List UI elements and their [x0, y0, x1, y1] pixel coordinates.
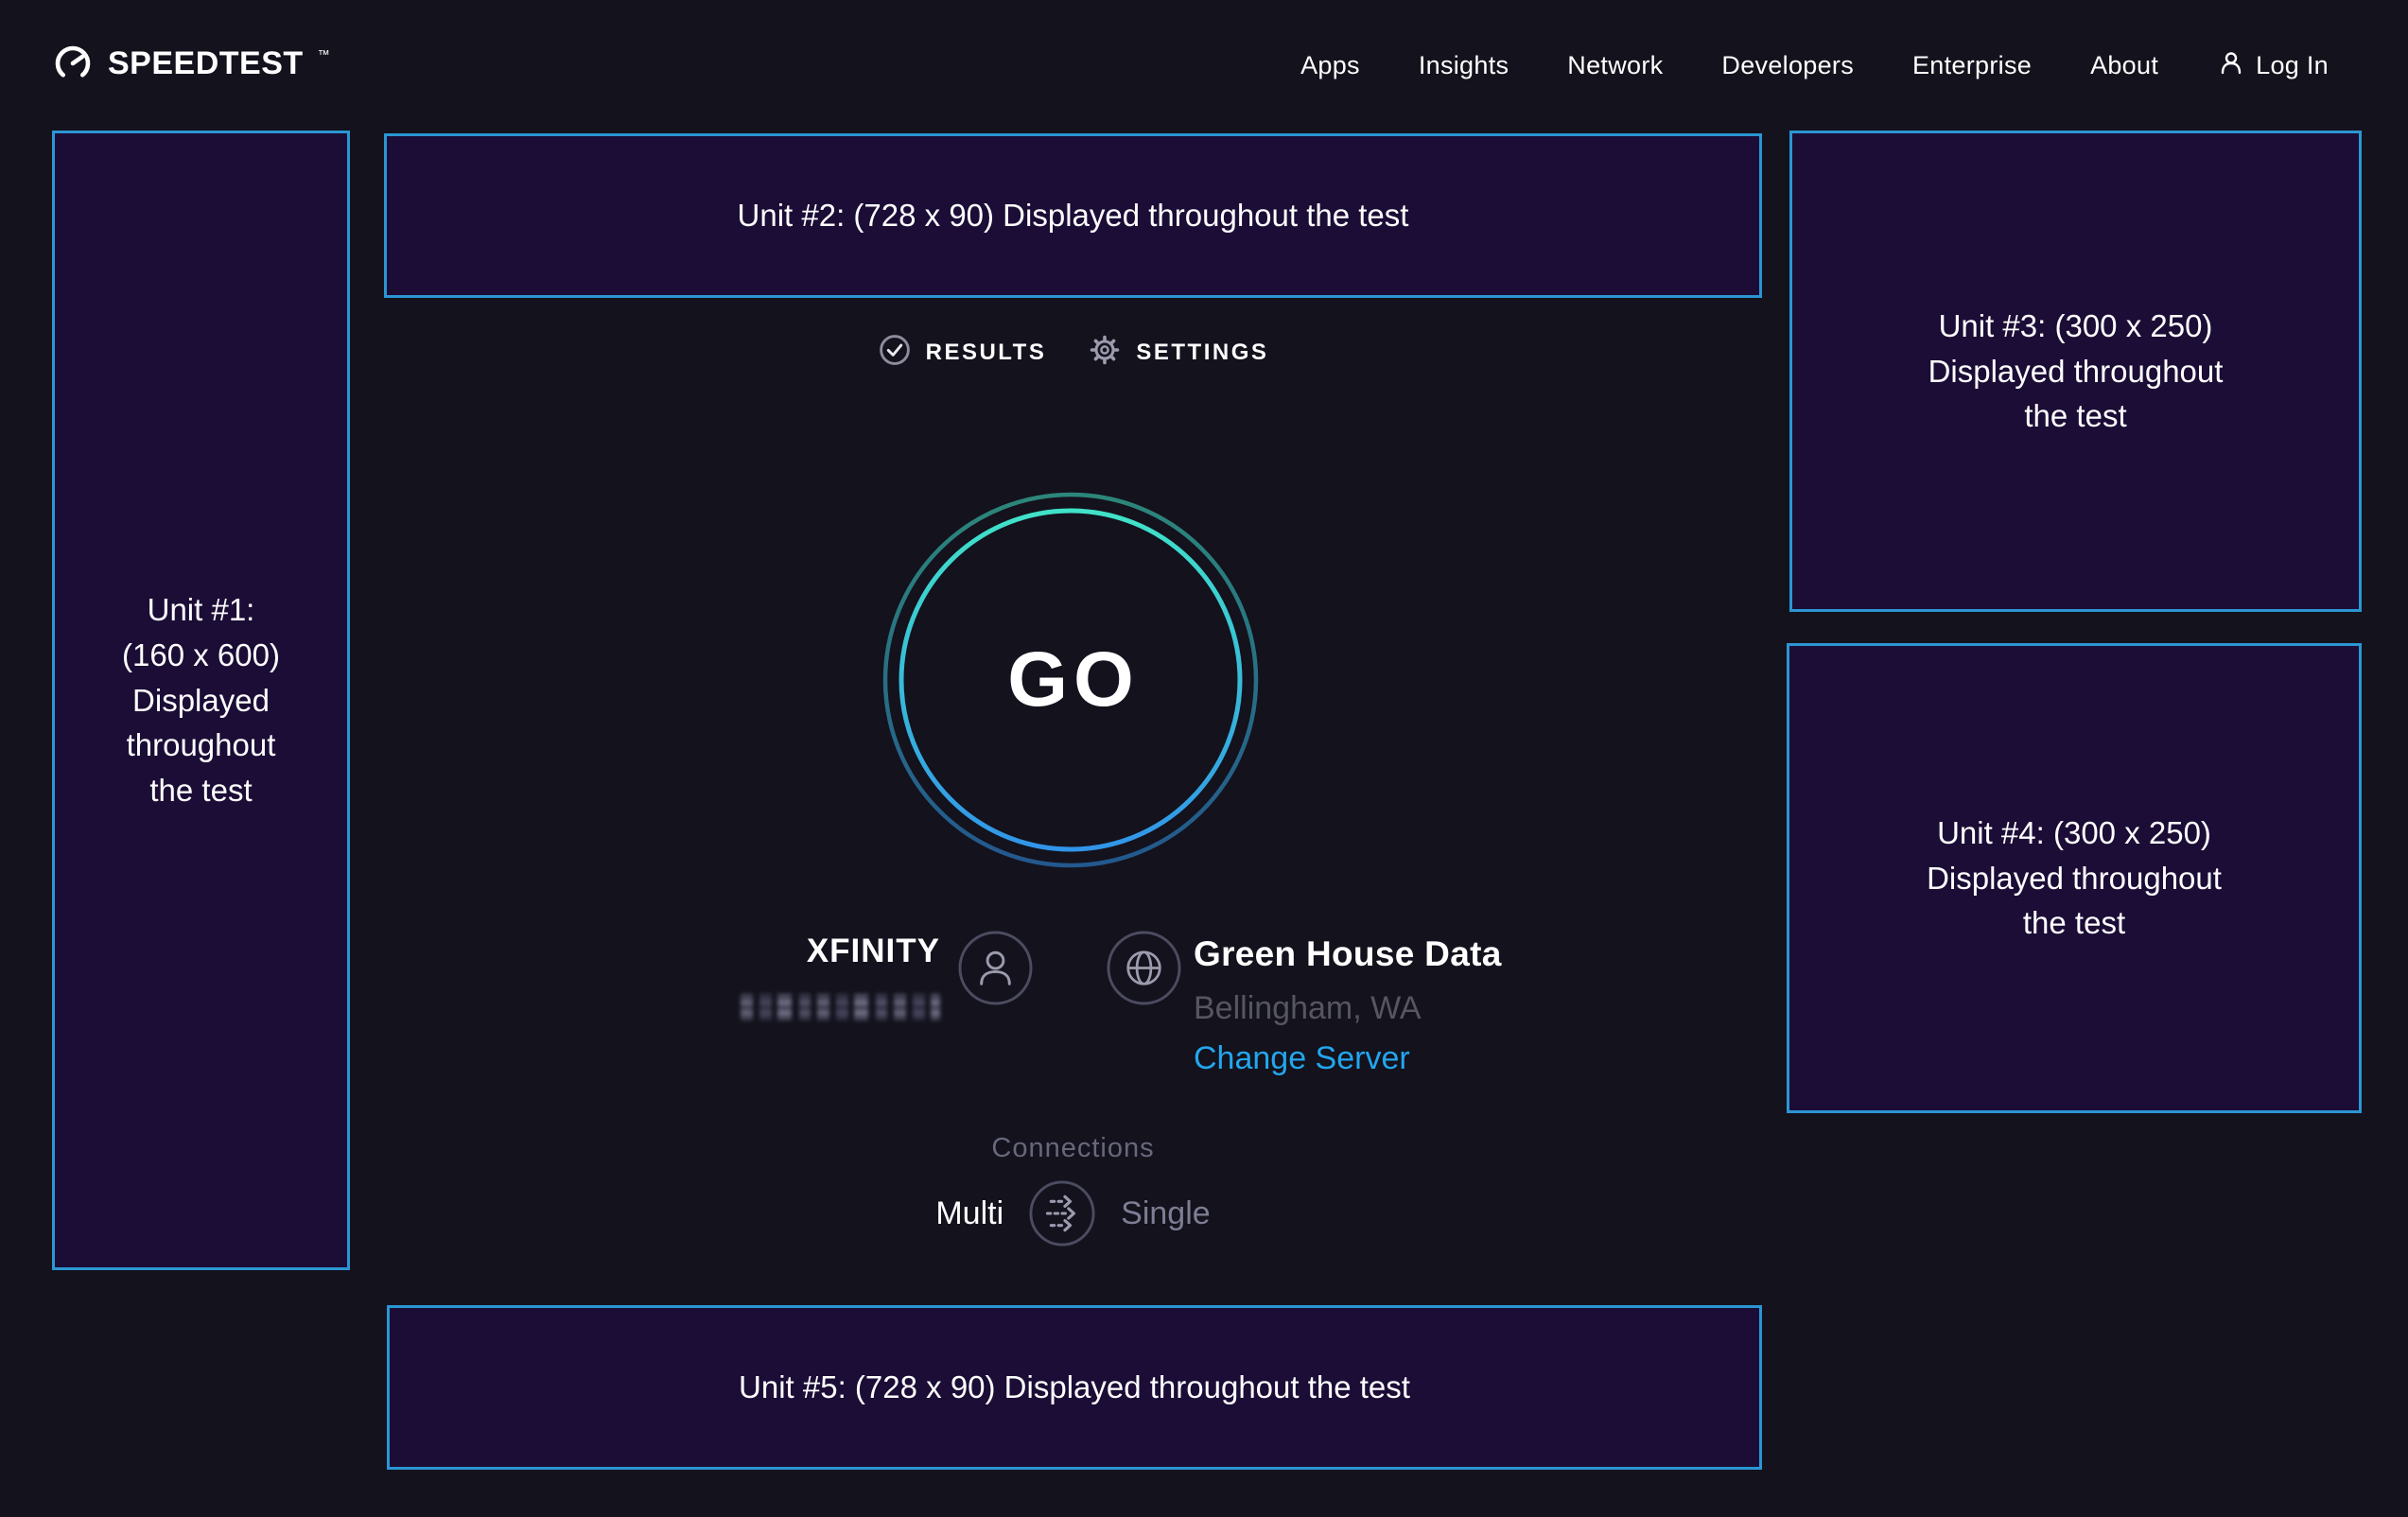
go-button[interactable]: GO	[881, 491, 1260, 869]
tab-results[interactable]: RESULTS	[878, 333, 1047, 372]
nav-item-developers[interactable]: Developers	[1721, 51, 1854, 80]
tab-results-label: RESULTS	[926, 340, 1047, 366]
nav-item-enterprise[interactable]: Enterprise	[1912, 51, 2032, 80]
user-circle-icon	[958, 931, 1033, 1010]
ad-unit-3: Unit #3: (300 x 250)Displayed throughout…	[1789, 131, 2362, 612]
multi-connection-icon	[1028, 1179, 1096, 1247]
ad-unit-4-text: Unit #4: (300 x 250)Displayed throughout…	[1927, 811, 2222, 947]
logo-trademark: ™	[318, 48, 330, 61]
multi-option[interactable]: Multi	[935, 1195, 1003, 1232]
top-nav: SPEEDTEST ™ Apps Insights Network Develo…	[0, 0, 2408, 131]
connections-label: Connections	[384, 1133, 1762, 1164]
speedtest-logo[interactable]: SPEEDTEST ™	[52, 43, 330, 89]
change-server-link[interactable]: Change Server	[1194, 1040, 1410, 1077]
globe-icon	[1107, 931, 1181, 1010]
ad-unit-2: Unit #2: (728 x 90) Displayed throughout…	[384, 133, 1762, 298]
login-button[interactable]: Log In	[2217, 49, 2329, 82]
check-circle-icon	[878, 333, 912, 372]
nav-links: Apps Insights Network Developers Enterpr…	[1300, 49, 2329, 82]
ad-unit-1-text: Unit #1:(160 x 600)Displayedthroughoutth…	[122, 587, 280, 813]
nav-item-apps[interactable]: Apps	[1300, 51, 1360, 80]
isp-name[interactable]: XFINITY	[807, 933, 940, 970]
ad-unit-5-text: Unit #5: (728 x 90) Displayed throughout…	[739, 1365, 1410, 1410]
nav-item-about[interactable]: About	[2090, 51, 2158, 80]
tab-settings[interactable]: SETTINGS	[1088, 333, 1268, 372]
ad-unit-5: Unit #5: (728 x 90) Displayed throughout…	[387, 1305, 1762, 1470]
isp-ip-redacted	[741, 994, 940, 1020]
nav-item-insights[interactable]: Insights	[1419, 51, 1509, 80]
ad-unit-3-text: Unit #3: (300 x 250)Displayed throughout…	[1928, 304, 2224, 440]
speedtest-page: SPEEDTEST ™ Apps Insights Network Develo…	[0, 0, 2408, 1517]
user-icon	[2217, 49, 2245, 82]
server-name: Green House Data	[1194, 934, 1502, 974]
ad-unit-4: Unit #4: (300 x 250)Displayed throughout…	[1787, 643, 2362, 1113]
speedometer-icon	[52, 43, 94, 89]
logo-wordmark: SPEEDTEST	[108, 43, 304, 84]
nav-item-network[interactable]: Network	[1567, 51, 1663, 80]
ad-unit-1: Unit #1:(160 x 600)Displayedthroughoutth…	[52, 131, 350, 1270]
single-option[interactable]: Single	[1121, 1195, 1211, 1232]
tab-bar: RESULTS	[384, 333, 1762, 372]
gear-icon	[1088, 333, 1122, 372]
server-location: Bellingham, WA	[1194, 990, 1422, 1027]
ad-unit-2-text: Unit #2: (728 x 90) Displayed throughout…	[738, 193, 1409, 238]
login-label: Log In	[2256, 51, 2329, 80]
connection-mode-toggle[interactable]	[1028, 1179, 1096, 1247]
connections-row: Multi Single	[384, 1179, 1762, 1247]
go-button-label: GO	[881, 491, 1260, 869]
tab-settings-label: SETTINGS	[1136, 340, 1268, 366]
